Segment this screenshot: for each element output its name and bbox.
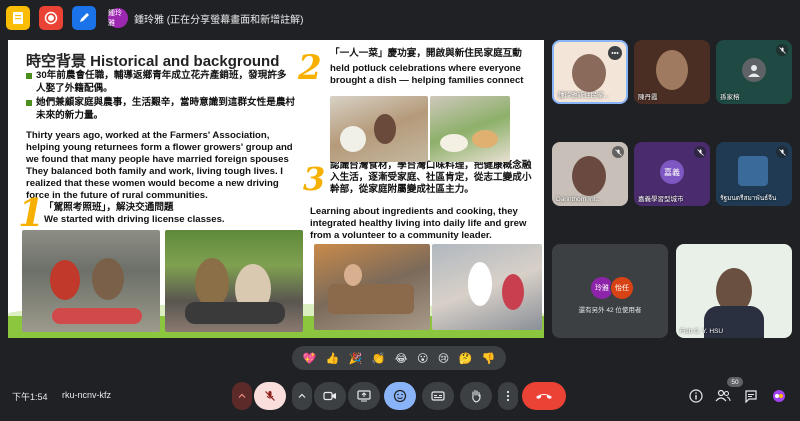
people-icon <box>715 389 731 402</box>
slide-section-3-chinese: 認識台灣食材，學台灣口味料理，把健康概念融入生活，逐漸受家庭、社區肯定，從志工變… <box>330 160 532 195</box>
photo-cooking-class <box>314 244 430 330</box>
participant-tile[interactable]: 嘉義 嘉義學習型城市 <box>634 142 710 206</box>
others-avatar: 怡任 <box>610 276 634 300</box>
mic-off-icon <box>776 44 788 56</box>
audio-options-button[interactable] <box>232 382 252 410</box>
meeting-info-button[interactable] <box>688 388 704 404</box>
reaction-clap[interactable]: 👏 <box>372 352 386 365</box>
reaction-sad[interactable]: 😢 <box>438 352 449 365</box>
record-icon[interactable] <box>39 6 63 30</box>
slide-section-1: 「駕照考照班」，解決交通問題 We started with driving l… <box>44 202 225 225</box>
slide-number-3: 3 <box>303 160 326 198</box>
leave-call-button[interactable] <box>522 382 566 410</box>
participant-tile[interactable]: 陳丹霞 <box>634 40 710 104</box>
more-icon <box>506 390 510 402</box>
participant-name: 陳丹霞 <box>638 94 658 101</box>
participant-name: Fish C. Y. HSU <box>680 328 724 335</box>
mic-off-icon <box>612 146 624 158</box>
bullet-square-icon <box>26 100 32 106</box>
participant-name: Darinthorn Int... <box>556 196 601 203</box>
participant-name: 鍾玲雅新住民家... <box>558 92 609 99</box>
participant-tile[interactable]: Fish C. Y. HSU <box>676 244 792 338</box>
emoji-icon <box>393 389 407 403</box>
participant-name: 嘉義學習型城市 <box>638 196 684 203</box>
slide-section-2: 「一人一菜」慶功宴，開啟與新住民家庭互動 held potluck celebr… <box>330 48 524 86</box>
participant-tile[interactable]: Darinthorn Int... <box>552 142 628 206</box>
slide-english-paragraph: Thirty years ago, worked at the Farmers'… <box>26 130 293 201</box>
clock: 下午1:54 <box>12 392 48 402</box>
slide-number-1: 1 <box>18 190 45 235</box>
avatar <box>742 58 766 82</box>
mic-off-icon <box>265 391 275 401</box>
activities-button[interactable] <box>771 388 787 404</box>
presenter-chip[interactable]: 鍾玲雅 鍾玲雅 (正在分享螢幕畫面和新增註解) <box>108 8 303 28</box>
others-count-label: 還有另外 42 位使用者 <box>578 307 642 314</box>
others-tile[interactable]: 玲雅 怡任 還有另外 42 位使用者 <box>552 244 668 338</box>
slide-number-2: 2 <box>298 48 322 88</box>
captions-icon <box>431 391 445 401</box>
captions-button[interactable] <box>422 382 454 410</box>
meeting-code: rku-ncnv-kfz <box>62 390 112 400</box>
bullet-square-icon <box>26 73 32 79</box>
mic-off-icon <box>776 146 788 158</box>
slide-title: 時空背景 Historical and background <box>26 53 280 70</box>
bottom-toolbar: 下午1:54 rku-ncnv-kfz <box>0 372 800 421</box>
avatar: 嘉義 <box>660 160 684 184</box>
photo-driving-class <box>22 230 160 332</box>
reactions-button[interactable] <box>384 382 416 410</box>
info-icon <box>689 389 703 403</box>
chat-button[interactable] <box>743 388 759 404</box>
mic-off-icon <box>694 146 706 158</box>
reaction-thinking[interactable]: 🤔 <box>459 352 473 365</box>
camera-toggle-button[interactable] <box>314 382 346 410</box>
photo-chef-demo <box>432 244 542 330</box>
participant-name: 孫家榕 <box>720 94 740 101</box>
raise-hand-button[interactable] <box>460 382 492 410</box>
more-options-button[interactable] <box>498 382 518 410</box>
slide-bullet-list: 30年前農會任職，輔導返鄉青年成立花卉產銷班，發現許多人娶了外籍配偶。 她們兼顧… <box>26 70 296 124</box>
slide-bullet: 30年前農會任職，輔導返鄉青年成立花卉產銷班，發現許多人娶了外籍配偶。 <box>26 70 296 95</box>
reaction-thumbs-up[interactable]: 👍 <box>326 352 340 365</box>
more-options-icon[interactable] <box>608 46 622 60</box>
present-screen-button[interactable] <box>348 382 380 410</box>
presenter-avatar: 鍾玲雅 <box>108 8 128 28</box>
leave-call-icon <box>536 394 552 399</box>
shared-screen-slide: 時空背景 Historical and background 30年前農會任職，… <box>8 40 544 338</box>
mic-toggle-button[interactable] <box>254 382 286 410</box>
reactions-bar: 💖 👍 🎉 👏 😂 😮 😢 🤔 👎 <box>292 346 506 370</box>
participant-tile[interactable]: 鍾玲雅新住民家... <box>552 40 628 104</box>
activities-icon <box>773 390 785 402</box>
reaction-sparkling-heart[interactable]: 💖 <box>303 352 317 365</box>
reaction-thumbs-down[interactable]: 👎 <box>482 352 496 365</box>
reaction-laugh[interactable]: 😂 <box>395 352 408 365</box>
notes-icon[interactable] <box>6 6 30 30</box>
photo-scooter-riders <box>165 230 303 332</box>
photo-potluck-table <box>330 96 428 162</box>
reaction-surprised[interactable]: 😮 <box>417 352 428 365</box>
participant-name: รัฐมนตรีสมาพันธ์จีน <box>720 195 777 202</box>
reaction-party[interactable]: 🎉 <box>349 352 363 365</box>
people-button[interactable] <box>715 388 731 404</box>
chat-icon <box>745 390 757 403</box>
participant-tile[interactable]: 孫家榕 <box>716 40 792 104</box>
people-count-badge: 50 <box>727 377 743 387</box>
whiteboard-icon[interactable] <box>72 6 96 30</box>
photo-potluck-dishes <box>430 96 510 162</box>
raise-hand-icon <box>472 389 481 403</box>
camera-icon <box>323 391 336 401</box>
present-icon <box>357 390 371 402</box>
slide-section-3-english: Learning about ingredients and cooking, … <box>310 206 527 241</box>
top-bar: 鍾玲雅 鍾玲雅 (正在分享螢幕畫面和新增註解) <box>0 0 800 36</box>
participant-tile[interactable]: รัฐมนตรีสมาพันธ์จีน <box>716 142 792 206</box>
slide-bullet: 她們兼顧家庭與農事，生活艱辛，當時意識到這群女性是農村未來的新力量。 <box>26 97 296 122</box>
video-options-button[interactable] <box>292 382 312 410</box>
presenter-status: 鍾玲雅 (正在分享螢幕畫面和新增註解) <box>134 14 304 26</box>
